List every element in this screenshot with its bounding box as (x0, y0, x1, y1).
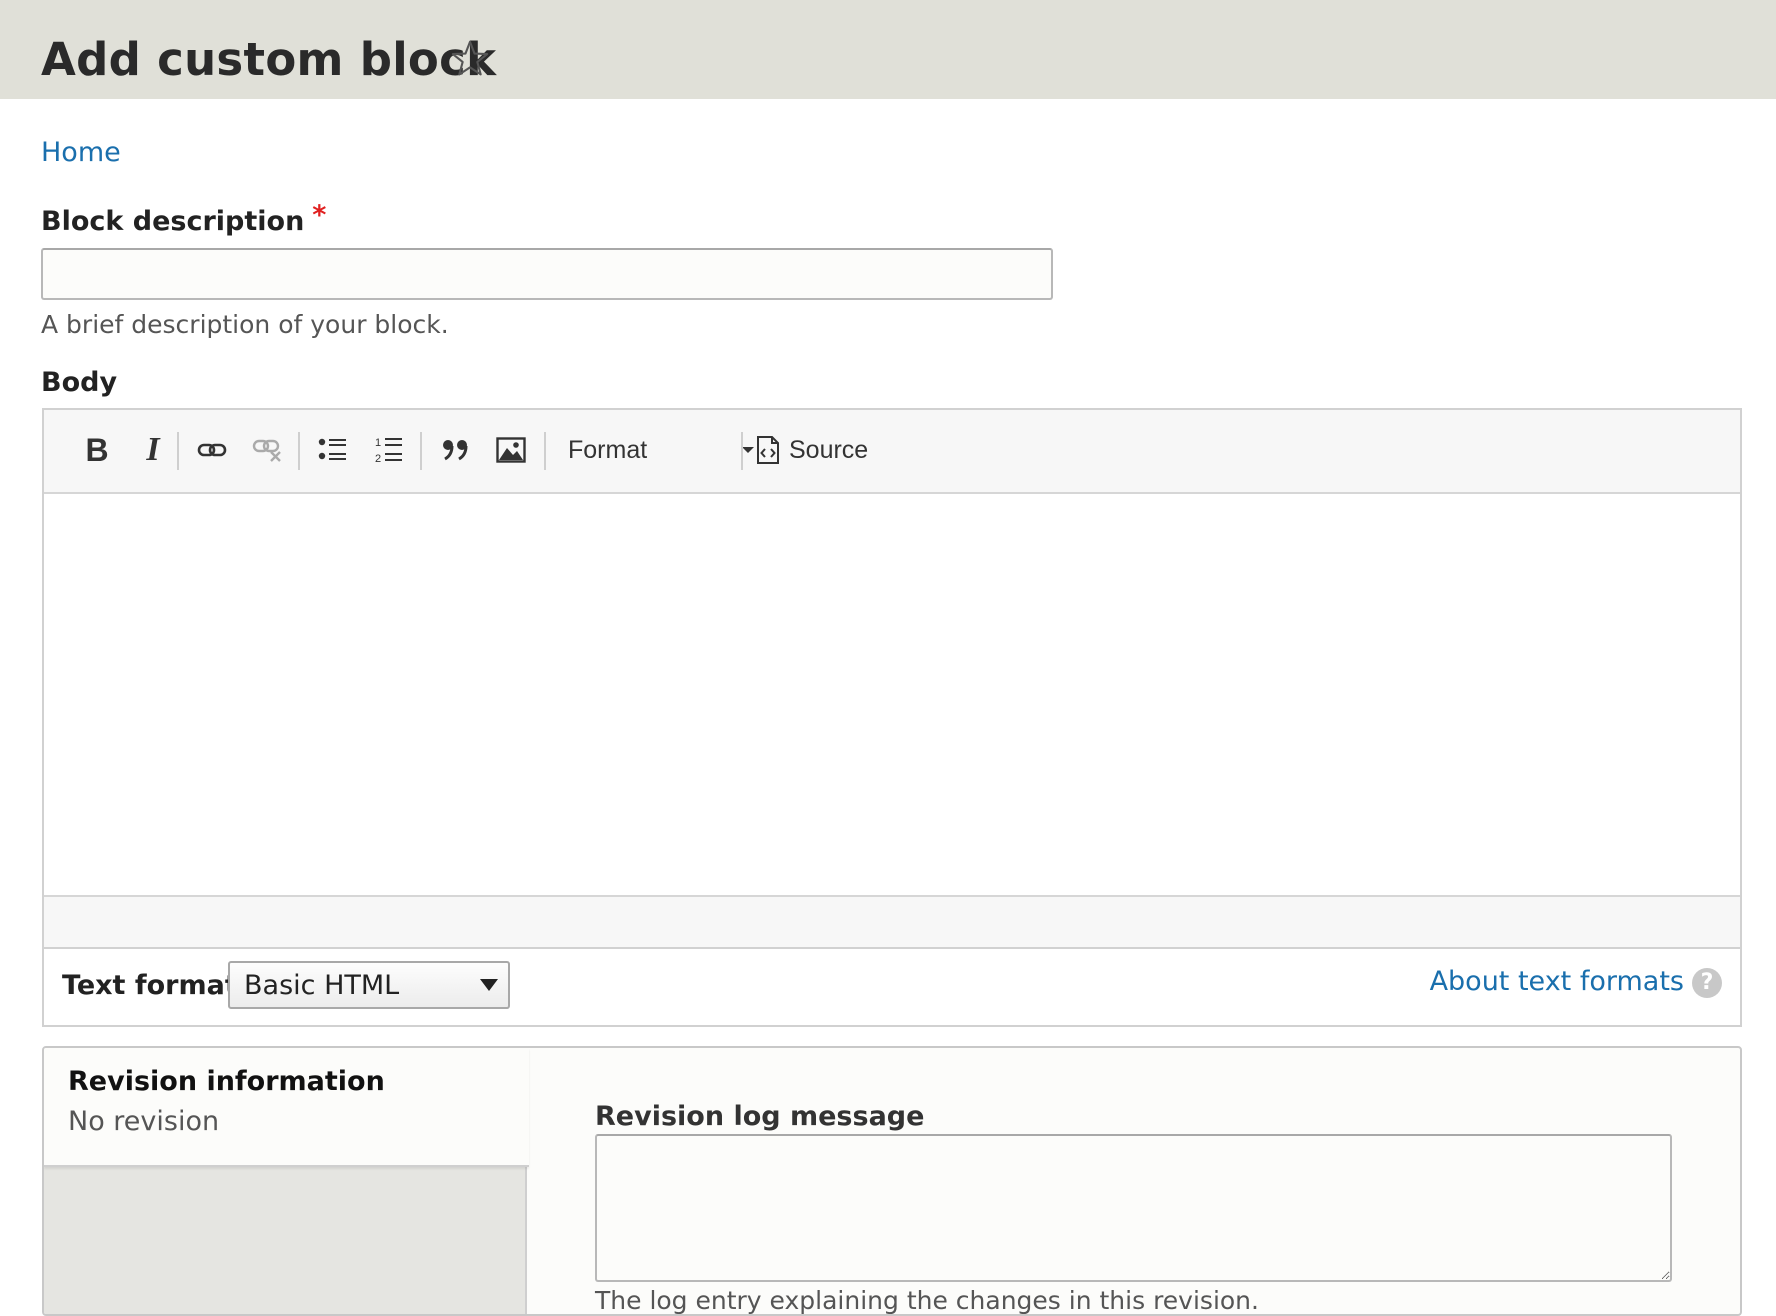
source-button-label: Source (789, 435, 869, 464)
star-outline-icon[interactable] (449, 38, 491, 80)
select-caret-icon (480, 979, 498, 991)
page-header: Add custom block (0, 0, 1776, 99)
block-description-help: A brief description of your block. (41, 310, 449, 339)
text-format-select[interactable]: Basic HTML (228, 961, 510, 1009)
source-button[interactable]: Source (756, 427, 886, 473)
required-marker: * (312, 200, 327, 231)
about-text-formats-link[interactable]: About text formats (1430, 965, 1684, 999)
breadcrumb-home-link[interactable]: Home (41, 136, 121, 170)
page-title: Add custom block (41, 33, 497, 86)
unlink-icon (252, 439, 281, 462)
toolbar-separator (420, 432, 422, 470)
bold-button[interactable]: B (74, 427, 120, 473)
block-description-input[interactable] (41, 248, 1053, 300)
italic-button[interactable]: I (130, 427, 176, 473)
link-icon (197, 443, 227, 457)
svg-text:1: 1 (375, 437, 381, 449)
format-dropdown-label: Format (568, 435, 648, 464)
blockquote-button[interactable] (433, 427, 479, 473)
image-icon (496, 437, 526, 463)
revision-log-textarea[interactable] (595, 1134, 1672, 1282)
editor-status-bar (44, 895, 1740, 947)
numbered-list-icon: 1 2 (375, 437, 402, 465)
svg-text:2: 2 (375, 453, 381, 465)
vertical-tab-title: Revision information (68, 1066, 385, 1097)
toolbar-separator (544, 432, 546, 470)
block-description-label-text: Block description (41, 206, 305, 237)
revision-log-help: The log entry explaining the changes in … (595, 1286, 1259, 1315)
unlink-button[interactable] (245, 427, 291, 473)
vertical-tab-revision-information[interactable]: Revision information No revision (44, 1048, 529, 1167)
vertical-tab-summary: No revision (68, 1106, 220, 1137)
format-dropdown-caret-icon (742, 447, 754, 453)
text-format-wrapper: Text format Basic HTML About text format… (42, 949, 1742, 1027)
image-button[interactable] (488, 427, 534, 473)
bold-icon: B (85, 431, 109, 468)
revision-section: Revision information No revision Revisio… (42, 1046, 1742, 1316)
body-editor: B I 1 2 Format Source (42, 408, 1742, 949)
bulleted-list-icon (318, 438, 346, 460)
link-button[interactable] (189, 427, 235, 473)
blockquote-icon (443, 440, 468, 461)
toolbar-separator (177, 432, 179, 470)
numbered-list-button[interactable]: 1 2 (366, 427, 412, 473)
text-format-label: Text format (62, 970, 238, 1001)
toolbar-separator (298, 432, 300, 470)
bulleted-list-button[interactable] (310, 427, 356, 473)
source-icon (757, 436, 779, 464)
help-icon[interactable]: ? (1692, 968, 1722, 998)
toolbar-separator (741, 432, 743, 470)
italic-icon: I (146, 431, 160, 468)
revision-log-label: Revision log message (595, 1101, 925, 1132)
format-dropdown[interactable]: Format (556, 427, 768, 473)
body-label: Body (41, 367, 118, 398)
editor-toolbar: B I 1 2 Format Source (44, 410, 1740, 494)
text-format-selected-value: Basic HTML (244, 970, 400, 1001)
editor-content-area[interactable] (44, 494, 1740, 895)
block-description-label: Block description * (41, 200, 326, 239)
